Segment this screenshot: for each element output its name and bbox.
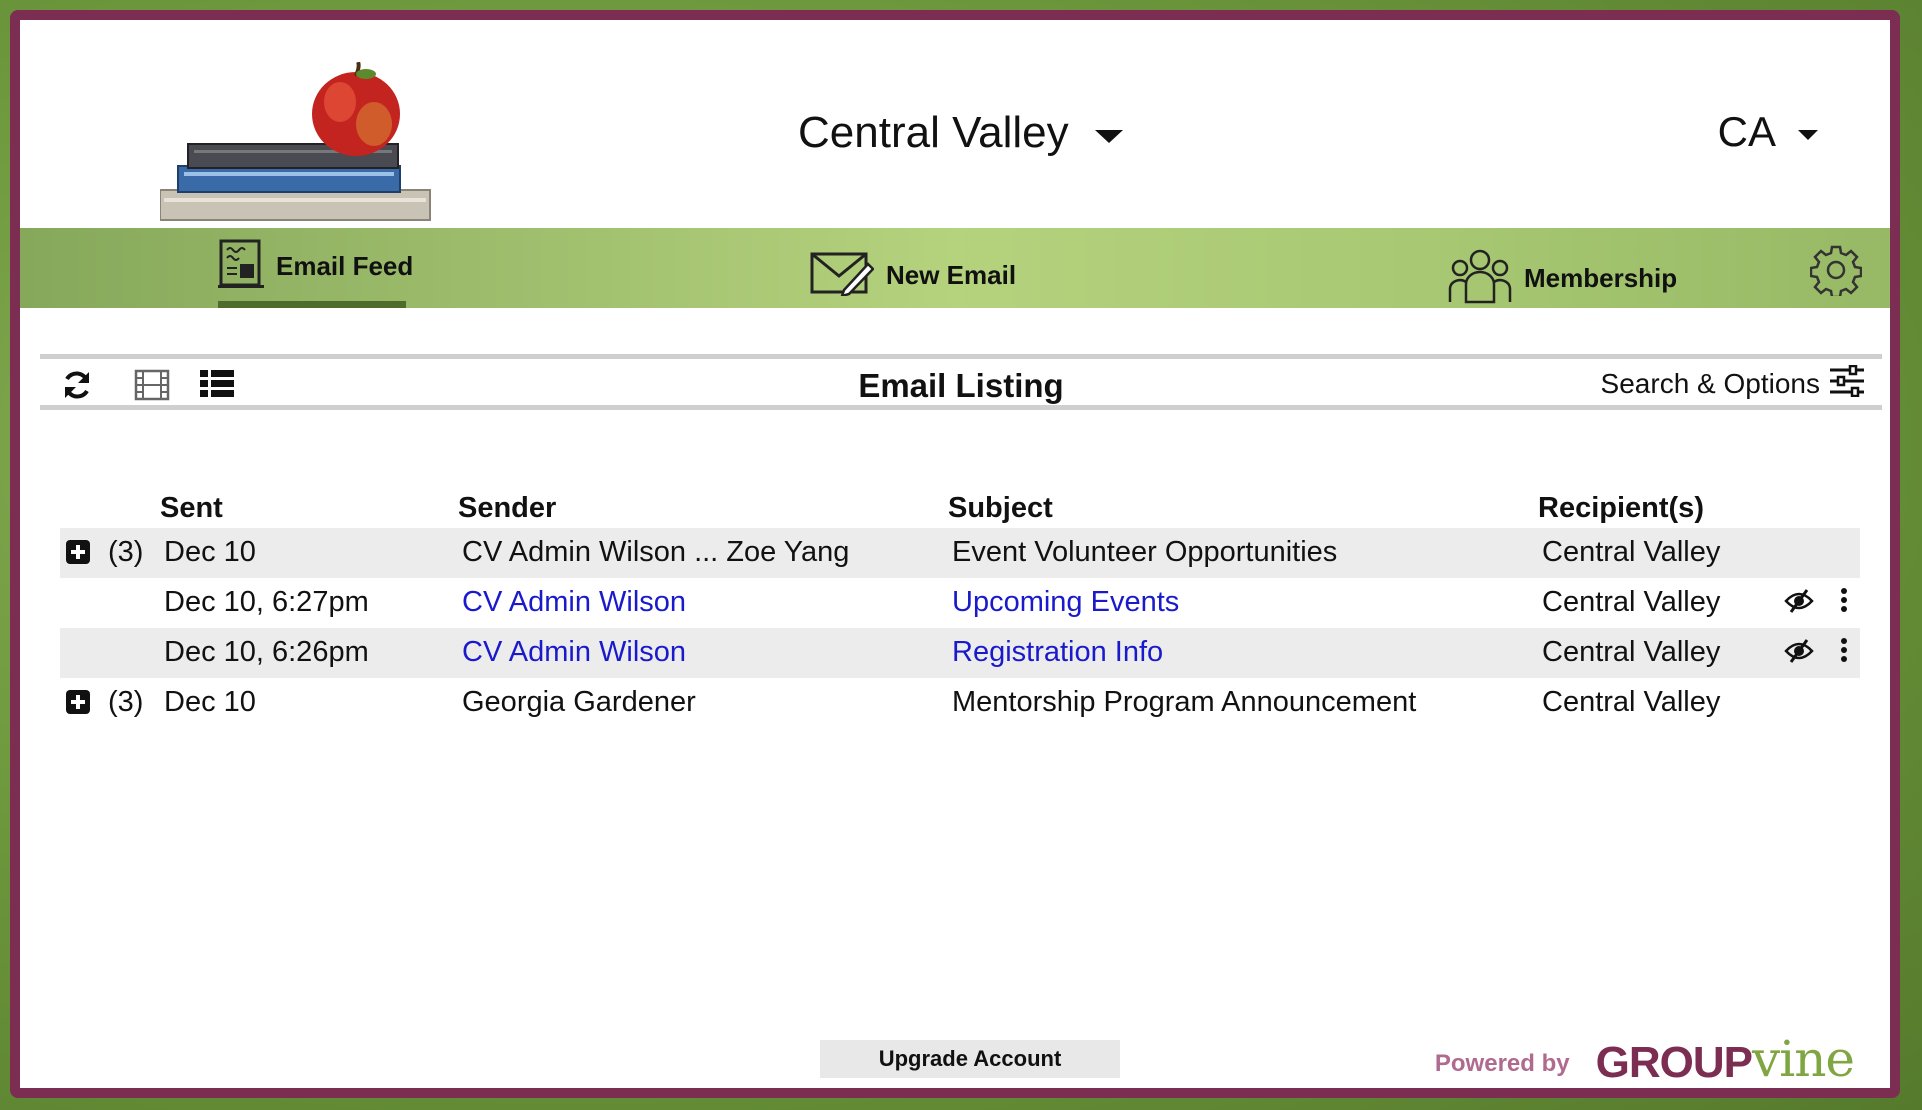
recipients: Central Valley [1542, 636, 1721, 668]
sent-date: Dec 10, 6:27pm [164, 586, 369, 618]
newspaper-icon [218, 238, 264, 295]
main-nav: Email Feed New Email Membership [20, 228, 1890, 308]
chevron-down-icon [1798, 130, 1818, 140]
nav-label: Email Feed [276, 251, 414, 281]
search-options-label: Search & Options [1600, 367, 1820, 399]
subject-link[interactable]: Upcoming Events [952, 586, 1179, 619]
sender: CV Admin Wilson ... Zoe Yang [462, 536, 850, 568]
powered-by-label: Powered by [1434, 1050, 1570, 1077]
sender-link[interactable]: CV Admin Wilson [462, 586, 686, 619]
subject: Event Volunteer Opportunities [952, 536, 1338, 568]
groupvine-logo-text: GROUP [1595, 1038, 1753, 1087]
column-header-subject: Subject [948, 492, 1053, 524]
top-header: Central Valley CA [20, 20, 1890, 228]
nav-email-feed[interactable]: Email Feed [218, 238, 413, 295]
chevron-down-icon [1094, 129, 1123, 143]
expand-plus-icon[interactable] [66, 540, 90, 564]
table-row[interactable]: (3) Dec 10 CV Admin Wilson ... Zoe Yang … [60, 528, 1860, 578]
column-header-sender: Sender [458, 492, 557, 524]
more-vertical-icon[interactable] [1840, 638, 1848, 669]
search-options-button[interactable]: Search & Options [1600, 364, 1864, 402]
recipients: Central Valley [1542, 686, 1721, 718]
nav-membership[interactable]: Membership [1448, 248, 1677, 309]
expand-plus-icon[interactable] [66, 690, 90, 714]
nav-label: Membership [1524, 263, 1678, 293]
upgrade-account-button[interactable]: Upgrade Account [820, 1040, 1120, 1078]
recipients: Central Valley [1542, 536, 1721, 568]
active-tab-indicator [218, 301, 406, 308]
app-frame: Central Valley CA Email Feed New Email M… [10, 10, 1900, 1098]
gear-icon[interactable] [1809, 244, 1863, 301]
subject-link[interactable]: Registration Info [952, 636, 1163, 669]
powered-by-footer[interactable]: Powered by GROUP vine [1434, 1030, 1855, 1088]
group-name: Central Valley [798, 108, 1069, 157]
people-group-icon [1448, 248, 1512, 309]
thread-count: (3) [108, 686, 144, 718]
eye-slash-icon[interactable] [1784, 588, 1814, 619]
group-selector[interactable]: Central Valley [798, 108, 1123, 158]
table-row[interactable]: Dec 10, 6:27pm CV Admin Wilson Upcoming … [60, 578, 1860, 628]
sender: Georgia Gardener [462, 686, 696, 718]
table-row[interactable]: Dec 10, 6:26pm CV Admin Wilson Registrat… [60, 628, 1860, 678]
sent-date: Dec 10, 6:26pm [164, 636, 369, 668]
apple-books-logo [159, 61, 445, 224]
groupvine-logo-text-vine: vine [1751, 1030, 1855, 1088]
recipients: Central Valley [1542, 586, 1721, 618]
thread-count: (3) [108, 536, 144, 568]
listing-toolbar: Email Listing Search & Options [40, 354, 1882, 410]
table-header: Sent Sender Subject Recipient(s) [60, 480, 1860, 528]
account-initials: CA [1717, 108, 1776, 155]
email-table: Sent Sender Subject Recipient(s) (3) Dec… [60, 480, 1860, 728]
table-row[interactable]: (3) Dec 10 Georgia Gardener Mentorship P… [60, 678, 1860, 728]
subject: Mentorship Program Announcement [952, 686, 1417, 718]
sent-date: Dec 10 [164, 686, 256, 718]
column-header-sent: Sent [160, 492, 223, 524]
eye-slash-icon[interactable] [1784, 638, 1814, 669]
sent-date: Dec 10 [164, 536, 256, 568]
column-header-recipients: Recipient(s) [1538, 492, 1704, 524]
sender-link[interactable]: CV Admin Wilson [462, 636, 686, 669]
more-vertical-icon[interactable] [1840, 588, 1848, 619]
nav-new-email[interactable]: New Email [810, 250, 1016, 301]
nav-label: New Email [886, 260, 1017, 290]
account-menu[interactable]: CA [1718, 108, 1818, 156]
sliders-icon [1830, 364, 1864, 402]
envelope-pen-icon [810, 250, 875, 301]
